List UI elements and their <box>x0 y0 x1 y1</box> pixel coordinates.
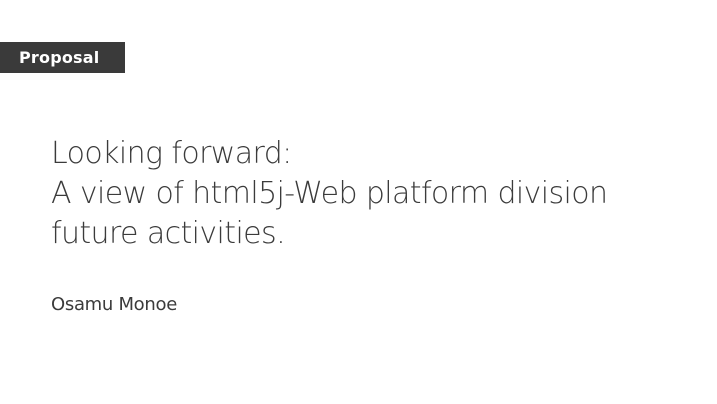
author-name: Osamu Monoe <box>51 294 177 315</box>
title-line-1: Looking forward: <box>51 136 292 171</box>
slide-title: Looking forward: A view of html5j-Web pl… <box>51 134 701 254</box>
title-line-3: future activities. <box>51 216 286 251</box>
title-line-2: A view of html5j-Web platform division <box>51 176 608 211</box>
proposal-tag: Proposal <box>0 42 125 73</box>
slide: Proposal Looking forward: A view of html… <box>0 0 717 404</box>
